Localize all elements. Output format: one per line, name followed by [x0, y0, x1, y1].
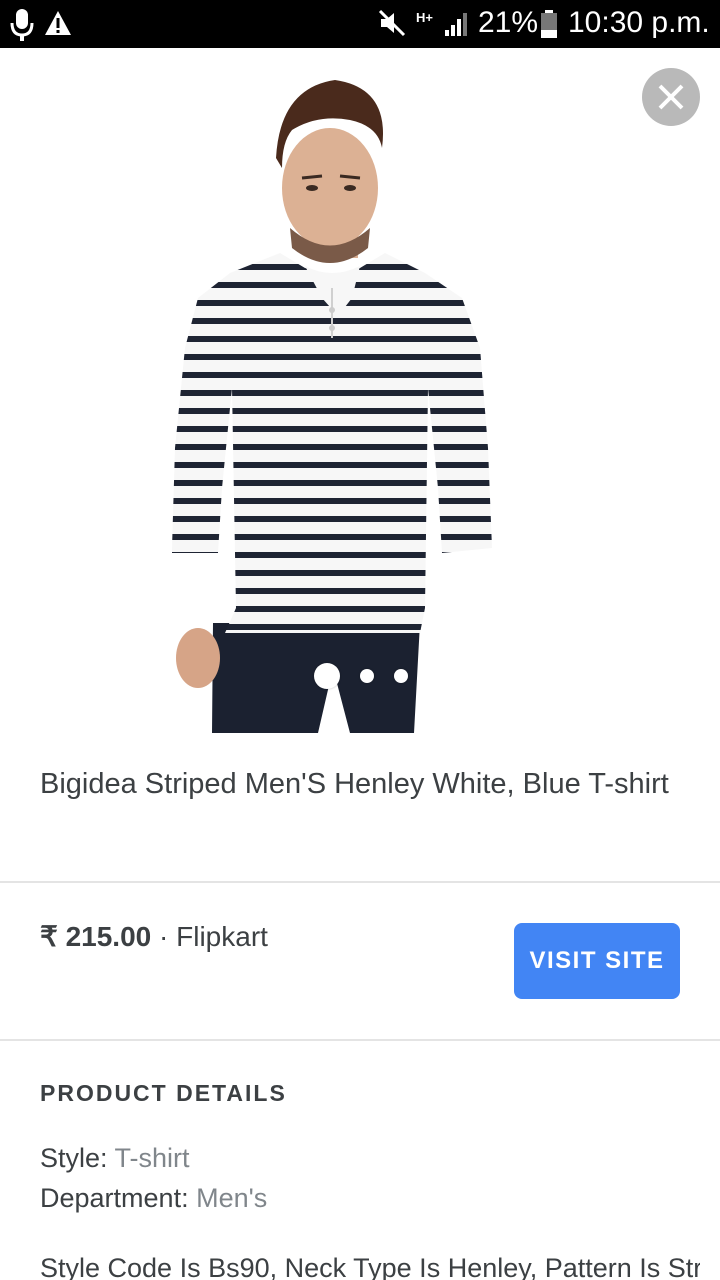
product-image: [172, 80, 492, 733]
mute-icon: [378, 9, 406, 42]
signal-icon: [444, 12, 470, 41]
price-separator: ·: [151, 921, 177, 952]
seller-name: Flipkart: [176, 921, 268, 952]
network-type: H+: [416, 10, 433, 25]
department-label: Department:: [40, 1183, 189, 1213]
product-image-carousel[interactable]: [0, 48, 720, 733]
style-label: Style:: [40, 1143, 108, 1173]
battery-percent: 21%: [478, 6, 539, 39]
clock: 10:30 p.m.: [568, 6, 710, 39]
product-description: Style Code Is Bs90, Neck Type Is Henley,…: [40, 1253, 700, 1280]
divider: [0, 881, 720, 883]
mic-icon: [10, 8, 34, 47]
battery-icon: [540, 10, 558, 43]
price: ₹ 215.00: [40, 921, 152, 952]
close-button[interactable]: [642, 68, 700, 126]
style-attribute: Style: T-shirt: [40, 1143, 190, 1174]
style-value: T-shirt: [114, 1143, 190, 1173]
close-icon: [658, 84, 684, 110]
carousel-dot[interactable]: [360, 669, 374, 683]
warning-icon: [44, 10, 72, 41]
department-value: Men's: [196, 1183, 268, 1213]
carousel-dot[interactable]: [314, 663, 340, 689]
carousel-dot[interactable]: [394, 669, 408, 683]
product-title: Bigidea Striped Men'S Henley White, Blue…: [40, 768, 669, 800]
department-attribute: Department: Men's: [40, 1183, 267, 1214]
price-row: ₹ 215.00 · Flipkart: [40, 920, 268, 953]
product-details-heading: PRODUCT DETAILS: [40, 1080, 287, 1106]
divider: [0, 1039, 720, 1041]
status-bar: H+ 21% 10:30 p.m.: [0, 0, 720, 48]
carousel-indicator: [314, 663, 428, 689]
visit-site-button[interactable]: VISIT SITE: [514, 923, 680, 999]
